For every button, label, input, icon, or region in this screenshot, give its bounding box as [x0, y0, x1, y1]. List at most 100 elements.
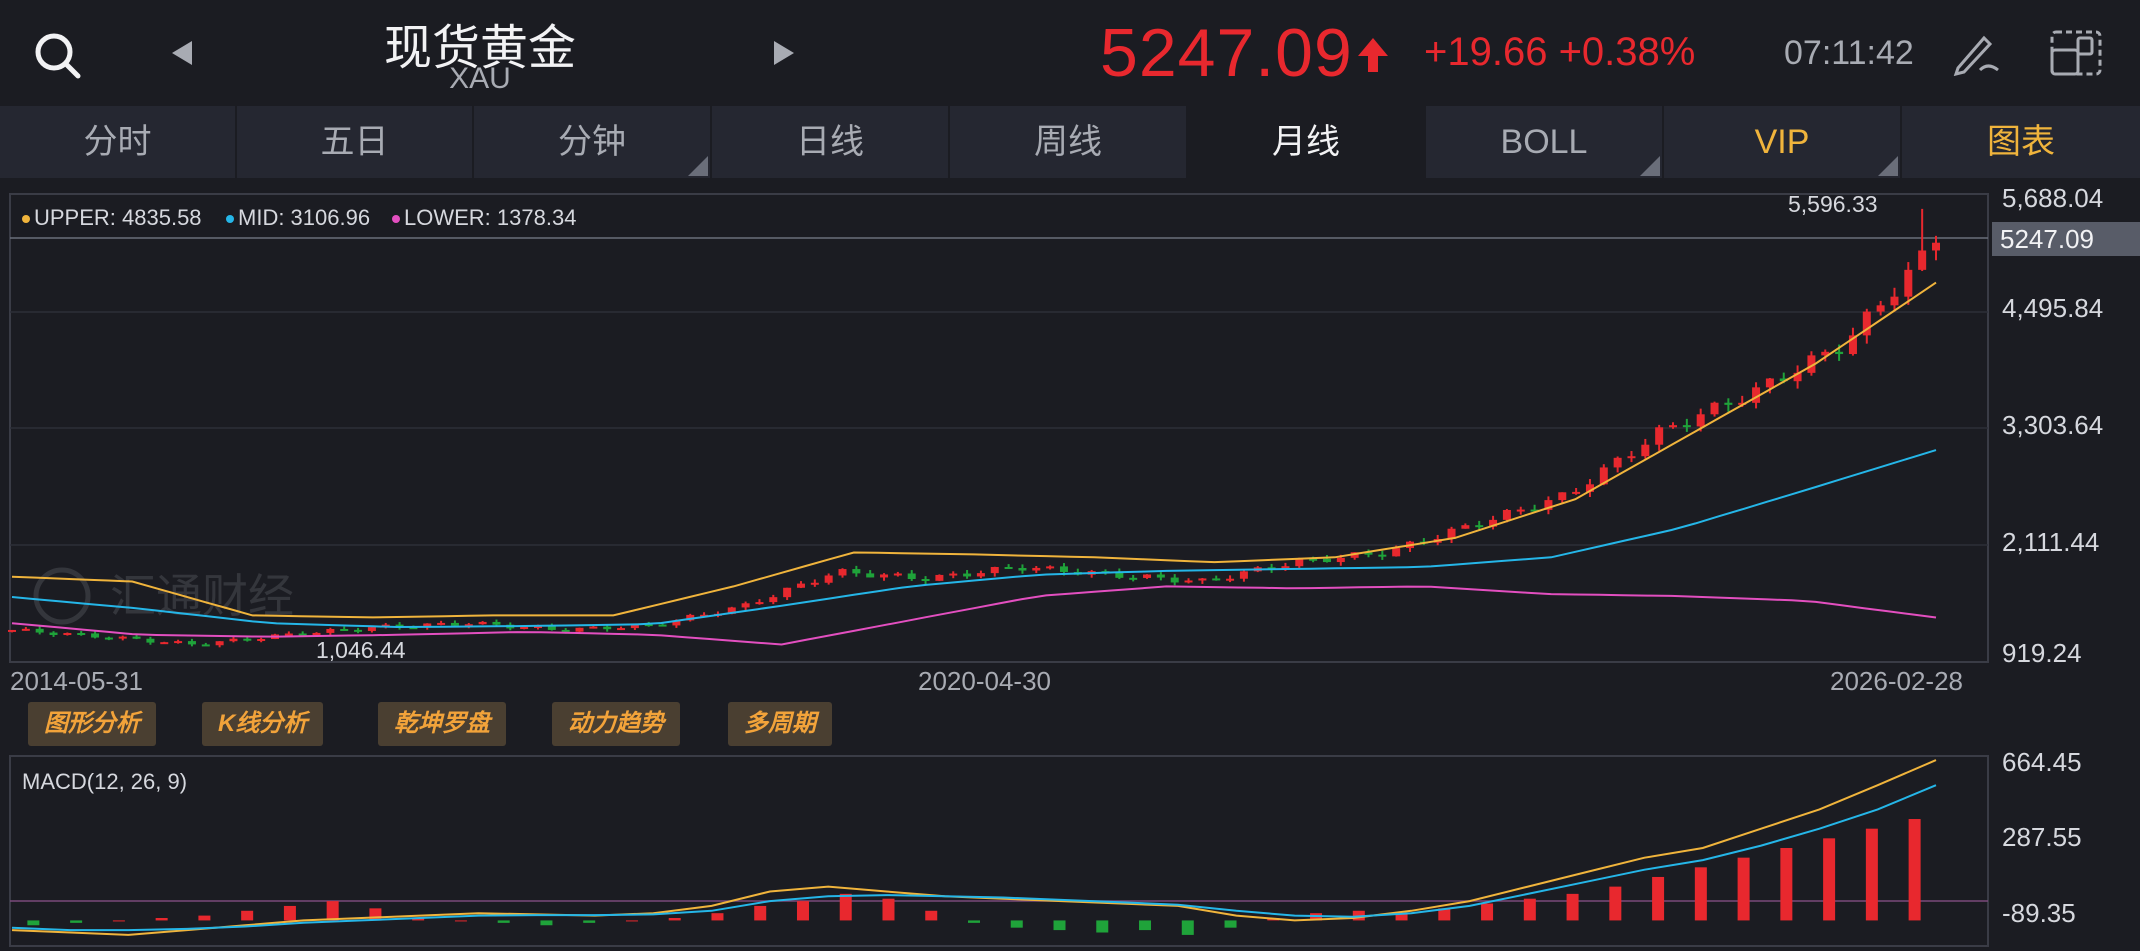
candle-body [1918, 250, 1927, 270]
svg-text:汇通财经: 汇通财经 [110, 570, 294, 622]
legend-upper: UPPER: 4835.58 [22, 205, 202, 231]
candle-body [1641, 444, 1650, 457]
macd-bar [540, 920, 553, 926]
boll-line-mid [11, 449, 1937, 629]
candle-body [1129, 577, 1138, 580]
chart-svg[interactable]: 汇通财经 5,688.04 5247.09 4,495.84 3,303.64 … [0, 0, 2140, 951]
candle-body [1890, 296, 1899, 306]
candle-body [1516, 509, 1525, 512]
tool-button-multiperiod[interactable]: 多周期 [728, 702, 832, 746]
candle-body [1461, 525, 1470, 529]
macd-bar [369, 908, 382, 921]
candle-body [243, 638, 252, 641]
macd-bar [1523, 898, 1536, 921]
macd-bar [1780, 847, 1793, 921]
candle-body [201, 644, 210, 647]
candle-body [575, 627, 584, 632]
candle-body [783, 587, 792, 598]
candle-body [658, 624, 667, 627]
macd-bar [1652, 876, 1665, 921]
candle-body [437, 622, 446, 625]
macd-bar [754, 905, 767, 921]
candle-body [215, 641, 224, 646]
tool-button-drawing[interactable]: 图形分析 [28, 702, 156, 746]
macd-bar [1224, 920, 1237, 928]
macd-axis-label: -89.35 [2002, 898, 2076, 928]
macd-bar [668, 918, 681, 921]
candle-body [354, 629, 363, 632]
macd-bar [326, 901, 339, 921]
macd-axis-label: 664.45 [2002, 747, 2082, 777]
legend-mid: MID: 3106.96 [226, 205, 370, 231]
candle-body [367, 627, 376, 631]
candle-body [8, 629, 16, 632]
macd-bar [1865, 828, 1878, 921]
macd-bar [882, 898, 895, 921]
candle-body [146, 638, 155, 643]
candle-body [1627, 456, 1636, 459]
candle-body [1475, 525, 1484, 528]
candle-body [949, 573, 958, 576]
candle-body [1322, 558, 1331, 563]
candle-body [1378, 554, 1387, 557]
candle-body [1184, 580, 1193, 583]
tool-button-kline[interactable]: K线分析 [202, 702, 324, 746]
high-label: 5,596.33 [1788, 191, 1878, 217]
candle-body [1170, 577, 1179, 583]
macd-bar [711, 913, 724, 921]
candle-body [520, 627, 529, 630]
macd-bar [1823, 838, 1836, 921]
candle-body [49, 632, 58, 635]
macd-chart-frame [9, 755, 1989, 947]
date-axis-label: 2020-04-30 [918, 666, 1051, 696]
candle-body [1558, 492, 1567, 501]
candle-body [1143, 574, 1152, 578]
macd-bars [11, 759, 1937, 936]
macd-dif-line [11, 759, 1937, 936]
macd-bar [70, 920, 83, 923]
legend-lower: LOWER: 1378.34 [392, 205, 576, 231]
macd-bar [241, 910, 254, 921]
candle-body [1904, 269, 1913, 297]
candle-body [755, 602, 764, 605]
price-axis-label: 2,111.44 [2002, 527, 2099, 557]
candle-body [187, 641, 196, 645]
candle-body [91, 633, 100, 638]
candle-body [1392, 548, 1401, 557]
candle-body [976, 573, 985, 577]
macd-axis-label: 287.55 [2002, 822, 2082, 852]
macd-bar [839, 893, 852, 921]
candle-body [35, 628, 44, 633]
macd-bar [1609, 886, 1622, 921]
candle-body [174, 641, 183, 644]
tool-button-momentum[interactable]: 动力趋势 [552, 702, 680, 746]
candle-body [1212, 578, 1221, 581]
candle-body [824, 575, 833, 583]
macd-bar [198, 915, 211, 921]
macd-bar [497, 920, 510, 923]
candle-body [893, 573, 902, 576]
candle-body [1046, 566, 1055, 569]
candle-body [229, 638, 238, 642]
macd-bar [27, 920, 40, 926]
candle-body [104, 637, 113, 640]
candle-body [1336, 557, 1345, 563]
candle-body [132, 636, 141, 639]
candle-body [118, 636, 127, 639]
candle-body [852, 569, 861, 574]
tool-button-compass[interactable]: 乾坤罗盘 [378, 702, 506, 746]
candle-body [1295, 558, 1304, 567]
candle-body [1835, 351, 1844, 355]
macd-bar [1481, 903, 1494, 921]
macd-bar [1053, 920, 1066, 931]
candle-body [63, 633, 72, 636]
candle-body [450, 622, 459, 626]
macd-bar [583, 920, 596, 923]
macd-bar [968, 920, 980, 923]
legend-dot [22, 215, 30, 224]
candle-body [326, 628, 335, 633]
candle-body [1198, 578, 1207, 581]
legend-dot [226, 215, 234, 224]
candle-body [1572, 491, 1581, 494]
price-axis-label: 3,303.64 [2002, 410, 2103, 440]
